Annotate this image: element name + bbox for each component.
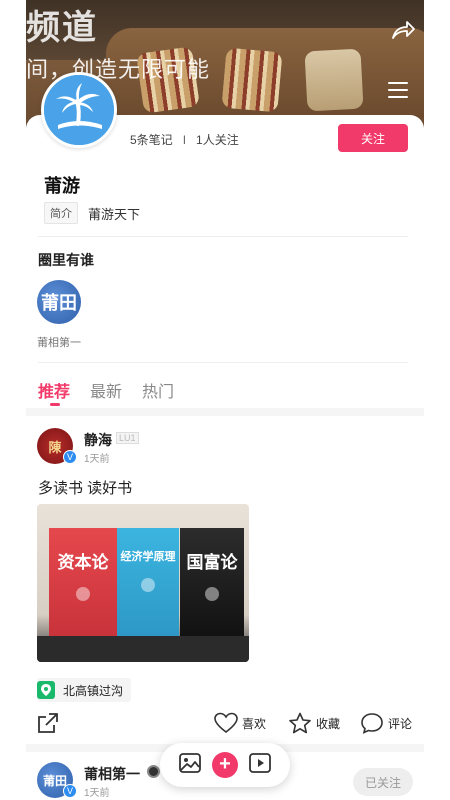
share-icon[interactable] xyxy=(390,18,416,42)
follow-button[interactable]: 关注 xyxy=(338,124,408,152)
menu-icon[interactable] xyxy=(388,82,408,98)
comment-button[interactable]: 评论 xyxy=(360,712,412,734)
book-emblem xyxy=(141,578,155,592)
publish-plus-icon[interactable]: + xyxy=(211,752,238,778)
comment-icon xyxy=(361,713,383,734)
verified-icon: V xyxy=(63,784,77,798)
book-emblem xyxy=(205,587,219,601)
post-author-name[interactable]: 莆相第一 xyxy=(84,764,140,784)
book-cover: 资本论 xyxy=(49,528,117,640)
like-label: 喜欢 xyxy=(242,716,267,731)
book-cover: 国富论 xyxy=(180,528,244,640)
post-text[interactable]: 多读书 读好书 xyxy=(38,477,132,498)
banner-title: 频道 xyxy=(26,9,98,47)
member-avatar[interactable]: 莆田 xyxy=(37,280,81,324)
intro-text: 莆游天下 xyxy=(88,206,141,222)
level-badge: LU1 xyxy=(116,432,139,444)
channel-intro: 简介 莆游天下 xyxy=(44,202,140,224)
star-icon xyxy=(289,712,311,734)
banner-pillow xyxy=(304,48,364,112)
book-title: 国富论 xyxy=(186,553,238,572)
heart-icon xyxy=(214,712,238,734)
divider xyxy=(38,236,408,237)
divider xyxy=(38,362,408,363)
book-title: 经济学原理 xyxy=(120,551,176,563)
feed-tabs: 推荐 最新 热门 xyxy=(38,378,174,406)
post-time: 1天前 xyxy=(84,788,110,799)
channel-stats: 5条笔记 I 1人关注 xyxy=(130,131,239,148)
verified-icon: V xyxy=(63,450,77,464)
like-button[interactable]: 喜欢 xyxy=(214,712,266,734)
follow-count[interactable]: 1人关注 xyxy=(196,131,239,148)
section-gap xyxy=(26,408,424,416)
banner-subtitle: 间，创造无限可能 xyxy=(26,57,211,82)
post-image[interactable]: 资本论 经济学原理 国富论 xyxy=(37,504,249,662)
member-avatar-text: 莆田 xyxy=(41,293,77,313)
book-emblem xyxy=(76,587,90,601)
location-pin-icon xyxy=(37,681,55,699)
channel-avatar xyxy=(41,72,117,148)
location-tag[interactable]: 北高镇过沟 xyxy=(37,678,132,702)
followed-button[interactable]: 已关注 xyxy=(353,768,413,796)
post-author-name[interactable]: 静海 xyxy=(84,430,112,450)
intro-tag: 简介 xyxy=(44,202,78,224)
member-name[interactable]: 莆相第一 xyxy=(37,334,81,350)
video-post-icon[interactable] xyxy=(248,752,271,778)
tab-hot[interactable]: 热门 xyxy=(142,378,174,402)
image-post-icon[interactable] xyxy=(179,752,202,778)
banner-pillow xyxy=(221,47,283,113)
favorite-label: 收藏 xyxy=(316,716,341,731)
palm-tree-icon xyxy=(44,75,114,145)
book-cover: 经济学原理 xyxy=(117,528,179,640)
table-surface xyxy=(37,636,249,662)
tab-latest[interactable]: 最新 xyxy=(90,378,122,402)
post-avatar-text: 陳 xyxy=(48,439,62,455)
stats-separator: I xyxy=(182,132,187,147)
post-time: 1天前 xyxy=(84,454,110,465)
channel-name: 莆游 xyxy=(44,176,80,196)
location-label: 北高镇过沟 xyxy=(63,683,124,698)
post-actions: 喜欢 收藏 评论 xyxy=(37,712,412,736)
tab-recommended[interactable]: 推荐 xyxy=(38,378,70,406)
book-title: 资本论 xyxy=(57,553,109,572)
medal-icon xyxy=(147,765,160,778)
publish-bar: + xyxy=(160,743,290,787)
circle-members-title: 圈里有谁 xyxy=(38,252,94,268)
notes-count[interactable]: 5条笔记 xyxy=(130,131,173,148)
comment-label: 评论 xyxy=(388,716,413,731)
share-out-icon[interactable] xyxy=(37,712,59,734)
favorite-button[interactable]: 收藏 xyxy=(288,712,340,734)
